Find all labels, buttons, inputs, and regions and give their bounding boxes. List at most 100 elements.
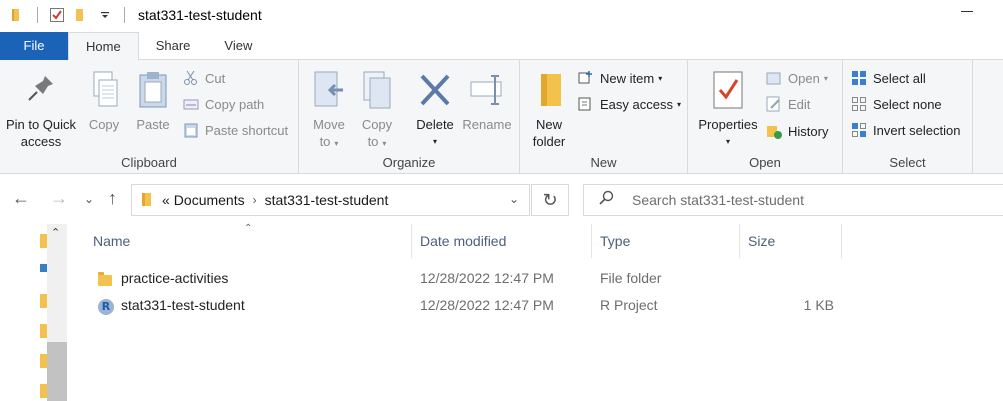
paste-button[interactable]: Paste [130,66,176,133]
navigation-scrollbar-thumb[interactable] [47,342,67,401]
column-header-type[interactable]: Type [592,224,740,258]
nav-folder-icon[interactable] [40,354,47,368]
file-name: stat331-test-student [121,297,245,313]
title-bar: stat331-test-student [0,0,1003,30]
select-all-button[interactable]: Select all [851,67,926,89]
delete-x-icon [417,70,453,110]
new-folder-button[interactable]: New folder [526,66,572,150]
select-none-button[interactable]: Select none [851,93,942,115]
address-dropdown-chevron-icon[interactable]: ⌄ [509,192,519,206]
clipboard-group-label: Clipboard [121,155,177,170]
quick-access-toolbar [0,0,132,30]
search-icon [598,190,614,210]
address-bar[interactable]: « Documents › stat331-test-student ⌄ [131,184,530,216]
copy-to-label-line2: to ▾ [367,134,387,149]
cut-button[interactable]: Cut [183,67,225,89]
customize-toolbar-dropdown-icon[interactable] [97,7,113,23]
nav-folder-icon[interactable] [40,384,47,398]
folder-icon[interactable] [10,7,26,23]
easy-access-label: Easy access [600,96,673,112]
refresh-icon[interactable]: ↻ [531,184,569,216]
file-list: ⌃ Name Date modified Type Size practice-… [68,223,1003,401]
copy-to-button[interactable]: Copy to ▾ [355,66,399,152]
new-folder-label-line2: folder [532,134,566,149]
new-item-button[interactable]: New item ▾ [578,67,662,89]
select-none-label: Select none [873,96,942,112]
properties-caret: ▾ [725,137,730,146]
edit-button[interactable]: Edit [766,93,810,115]
select-all-label: Select all [873,70,926,86]
easy-access-button[interactable]: Easy access ▾ [578,93,681,115]
search-box[interactable]: Search stat331-test-student [583,184,1003,216]
select-group: Select all Select none Invert selection … [843,60,973,174]
folder-icon [98,272,112,288]
select-none-icon [851,96,867,112]
recent-locations-chevron-icon[interactable]: ⌄ [84,192,94,206]
tab-file[interactable]: File [0,32,68,60]
properties-button[interactable]: Properties ▾ [692,66,764,150]
clipboard-group: Pin to Quick access Copy Paste Cut Copy … [0,60,299,174]
new-folder-label-line1: New [535,117,562,132]
column-header-name[interactable]: Name [85,224,412,258]
move-to-label-line1: Move [313,117,345,132]
breadcrumb-separator-icon[interactable]: › [253,193,257,207]
file-type: R Project [600,297,658,313]
rename-label: Rename [462,117,512,132]
open-group: Properties ▾ Open ▾ Edit History Open [688,60,843,174]
copy-to-label-line1: Copy [361,117,393,132]
breadcrumb-overflow[interactable]: « [162,192,170,208]
file-size: 1 KB [803,297,834,313]
tab-share[interactable]: Share [139,32,208,60]
pin-icon [23,70,59,110]
back-arrow-icon[interactable]: ← [12,188,30,209]
breadcrumb-documents[interactable]: Documents [174,192,245,208]
history-button[interactable]: History [766,120,828,142]
paste-shortcut-button[interactable]: Paste shortcut [183,119,288,141]
toolbar-divider [37,7,38,23]
breadcrumb-current-folder[interactable]: stat331-test-student [265,192,389,208]
invert-selection-icon [851,122,867,138]
scroll-up-chevron-icon[interactable]: ⌃ [51,226,60,239]
new-folder-quick-icon[interactable] [73,7,89,23]
nav-folder-icon[interactable] [40,234,47,248]
nav-folder-icon[interactable] [40,324,47,338]
tab-view[interactable]: View [207,32,269,60]
column-header-size[interactable]: Size [740,224,842,258]
column-header-date-modified[interactable]: Date modified [412,224,592,258]
new-item-label: New item [600,70,655,86]
copy-path-icon [183,96,199,112]
new-item-icon [578,70,594,86]
minimize-icon[interactable] [961,11,973,12]
history-icon [766,123,782,139]
up-arrow-icon[interactable]: ↑ [108,188,117,209]
new-group: New folder New item ▾ Easy access ▾ New [520,60,688,174]
move-to-button[interactable]: Move to ▾ [307,66,351,152]
properties-checkbox-icon[interactable] [49,7,65,23]
open-button[interactable]: Open ▾ [766,67,828,89]
copy-path-button[interactable]: Copy path [183,93,264,115]
file-row[interactable]: practice-activities 12/28/2022 12:47 PM … [68,266,1003,292]
scissors-icon [183,70,199,86]
copy-button[interactable]: Copy [82,66,126,133]
rproj-icon: R [98,297,114,315]
delete-button[interactable]: Delete ▾ [413,66,457,150]
copy-path-label: Copy path [205,96,265,112]
invert-selection-button[interactable]: Invert selection [851,119,960,141]
navigation-pane: ⌃ [0,224,68,401]
tab-home[interactable]: Home [68,32,139,61]
open-group-label: Open [749,155,781,170]
pin-to-quick-access-button[interactable]: Pin to Quick access [2,66,80,150]
file-row[interactable]: R stat331-test-student 12/28/2022 12:47 … [68,293,1003,319]
ribbon: Pin to Quick access Copy Paste Cut Copy … [0,60,1003,174]
history-label: History [788,123,829,139]
delete-caret: ▾ [432,137,437,146]
nav-drive-icon[interactable] [40,264,47,272]
move-to-icon [311,70,347,110]
invert-selection-label: Invert selection [873,122,961,138]
forward-arrow-icon[interactable]: → [50,188,68,209]
select-all-icon [851,70,867,86]
nav-folder-icon[interactable] [40,294,47,308]
rename-button[interactable]: Rename [461,66,513,133]
navigation-bar: ← → ⌄ ↑ « Documents › stat331-test-stude… [0,176,1003,222]
move-to-label-line2: to ▾ [319,134,339,149]
